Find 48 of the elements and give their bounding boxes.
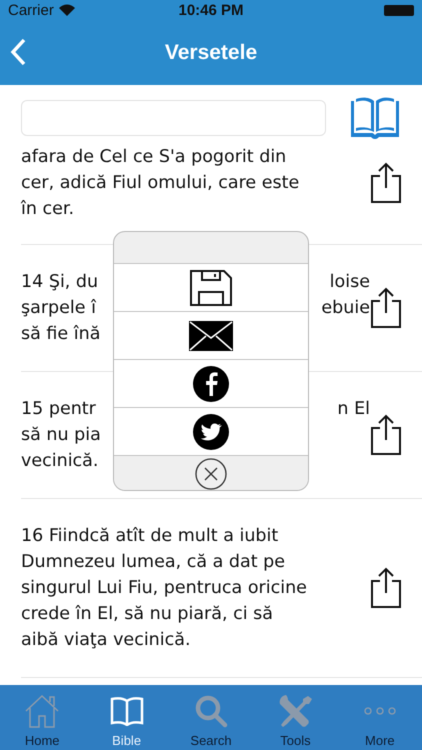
carrier-text: Carrier [8,2,54,18]
wifi-icon [58,4,75,16]
close-icon [195,458,227,490]
share-button[interactable] [370,414,402,456]
share-button[interactable] [370,287,402,329]
clock-text: 10:46 PM [178,2,244,18]
verse-text: crede în El, să nu piară, ci să [21,604,273,624]
tools-icon [278,694,312,728]
facebook-menu-item[interactable] [114,359,308,407]
home-icon [24,694,60,728]
verse-text: cer, adică Fiul omului, care este [21,173,300,193]
email-menu-item[interactable] [114,311,308,359]
facebook-icon [193,366,229,402]
envelope-icon [189,320,233,350]
book-icon [110,696,144,726]
tab-item[interactable]: Bible [84,685,169,750]
share-button[interactable] [370,162,402,204]
verse-text: în cer. [21,199,74,219]
share-button[interactable] [370,567,402,609]
search-field[interactable] [21,100,326,136]
twitter-menu-item[interactable] [114,407,308,455]
save-icon [190,270,232,306]
twitter-icon [193,414,229,450]
battery-icon [384,4,414,16]
tab-item[interactable]: More [338,685,422,750]
tab-item[interactable]: Tools [253,685,338,750]
verse-text: n El [337,398,370,421]
verse-text: să nu pia [21,425,101,445]
verse-text: 16 Fiindcă atît de mult a iubit [21,526,278,546]
tab-item[interactable]: Home [0,685,84,750]
verse-text: 14 Şi, du [21,271,100,294]
verse-text: Dumnezeu lumea, că a dat pe [21,552,286,572]
save-menu-item[interactable] [114,263,308,311]
screen-title: Versetele [164,40,258,64]
verse-text: singurul Lui Fiu, pentruca oricine [21,578,307,598]
book-icon[interactable] [348,96,402,138]
verse-text: să fie înă [21,324,100,344]
verse-text: vecinică. [21,451,98,471]
search-icon [194,694,228,728]
more-icon [362,706,397,716]
verse-text: şarpele î [21,297,98,320]
close-menu-item[interactable] [114,455,308,490]
tab-item[interactable]: Search [168,685,254,750]
verse-text: loise [330,271,370,294]
verse-text: 15 pentr [21,398,97,421]
verse-text: ebuie [321,297,370,320]
verse-text: afara de Cel ce S'a pogorit din [21,147,286,167]
verse-text: aibă viaţa vecinică. [21,630,191,650]
